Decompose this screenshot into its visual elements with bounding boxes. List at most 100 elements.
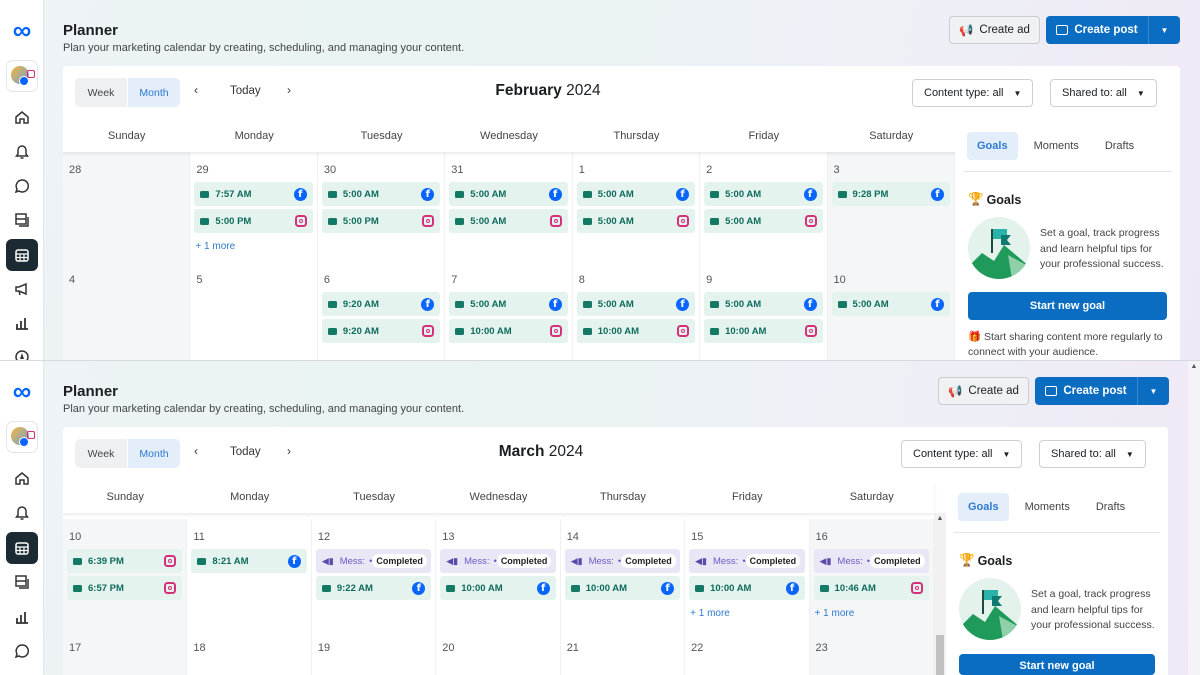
calendar-day-cell[interactable]: 30 5:00 AM f 5:00 PM	[318, 152, 446, 262]
calendar-day-cell[interactable]: 11 8:21 AM f	[187, 519, 312, 630]
calendar-day-cell[interactable]: 14 ◀▮ Mess: • Completed 10:00 AM f	[561, 519, 686, 630]
scheduled-post-event[interactable]: 10:00 AM f	[564, 576, 681, 600]
scheduled-post-event[interactable]: 10:00 AM	[576, 319, 696, 343]
content-type-filter[interactable]: Content type: all ▼	[912, 79, 1034, 107]
account-avatar[interactable]	[7, 61, 37, 91]
today-button[interactable]: Today	[230, 446, 261, 458]
scheduled-post-event[interactable]: 5:00 AM f	[576, 292, 696, 316]
message-campaign-event[interactable]: ◀▮ Mess: • Completed	[440, 549, 556, 573]
scheduled-post-event[interactable]: 5:00 AM f	[576, 182, 696, 206]
scheduled-post-event[interactable]: 7:57 AM f	[194, 182, 313, 206]
sidebar-home-button[interactable]	[6, 101, 38, 133]
scheduled-post-event[interactable]: 5:00 PM	[194, 209, 313, 233]
calendar-day-cell[interactable]: 18	[187, 630, 312, 675]
meta-logo[interactable]: ∞	[8, 17, 36, 43]
scheduled-post-event[interactable]: 5:00 AM f	[449, 182, 568, 206]
scheduled-post-event[interactable]: 5:00 PM	[321, 209, 441, 233]
calendar-day-cell[interactable]: 9 5:00 AM f 10:00 AM	[700, 262, 828, 360]
calendar-day-cell[interactable]: 2 5:00 AM f 5:00 AM	[700, 152, 828, 262]
week-view-button[interactable]: Week	[75, 439, 127, 468]
message-campaign-event[interactable]: ◀▮ Mess: • Completed	[315, 549, 432, 573]
sidebar-chart-button[interactable]	[6, 307, 38, 339]
create-ad-button[interactable]: 📢 Create ad	[938, 377, 1029, 405]
tab-drafts[interactable]: Drafts	[1086, 493, 1135, 521]
tab-goals[interactable]: Goals	[967, 132, 1018, 160]
sidebar-pages-button[interactable]	[6, 566, 38, 598]
tab-goals[interactable]: Goals	[958, 493, 1009, 521]
calendar-day-cell[interactable]: 3 9:28 PM f	[827, 152, 955, 262]
tab-drafts[interactable]: Drafts	[1095, 132, 1144, 160]
previous-month-button[interactable]: ‹	[194, 83, 198, 97]
calendar-day-cell[interactable]: 23	[809, 630, 934, 675]
shared-to-filter[interactable]: Shared to: all ▼	[1050, 79, 1157, 107]
next-month-button[interactable]: ›	[287, 83, 291, 97]
scheduled-post-event[interactable]: 10:00 AM	[704, 319, 823, 343]
calendar-day-cell[interactable]: 12 ◀▮ Mess: • Completed 9:22 AM f	[312, 519, 437, 630]
scheduled-post-event[interactable]: 10:00 AM f	[440, 576, 556, 600]
scheduled-post-event[interactable]: 5:00 AM	[704, 209, 823, 233]
sidebar-calendar-button[interactable]	[6, 532, 38, 564]
scroll-thumb[interactable]	[936, 635, 944, 675]
calendar-day-cell[interactable]: 22	[685, 630, 810, 675]
show-more-link[interactable]: + 1 more	[690, 608, 730, 619]
account-avatar[interactable]	[7, 422, 37, 452]
scheduled-post-event[interactable]: 8:21 AM f	[191, 549, 307, 573]
create-post-dropdown[interactable]: ▼	[1137, 377, 1169, 405]
scheduled-post-event[interactable]: 5:00 AM f	[321, 182, 441, 206]
next-month-button[interactable]: ›	[287, 444, 291, 458]
scheduled-post-event[interactable]: 9:20 AM	[321, 319, 441, 343]
calendar-day-cell[interactable]: 1 5:00 AM f 5:00 AM	[573, 152, 701, 262]
sidebar-chat-button[interactable]	[6, 170, 38, 202]
calendar-day-cell[interactable]: 10 5:00 AM f	[827, 262, 955, 360]
show-more-link[interactable]: + 1 more	[815, 608, 855, 619]
scheduled-post-event[interactable]: 10:00 AM	[449, 319, 568, 343]
calendar-day-cell[interactable]: 6 9:20 AM f 9:20 AM	[318, 262, 446, 360]
scroll-up-arrow[interactable]: ▲	[1188, 363, 1200, 370]
calendar-day-cell[interactable]: 10 6:39 PM 6:57 PM	[63, 519, 188, 630]
shared-to-filter[interactable]: Shared to: all ▼	[1039, 440, 1146, 468]
calendar-day-cell[interactable]: 21	[561, 630, 686, 675]
create-post-button[interactable]: Create post	[1046, 16, 1148, 44]
calendar-scrollbar[interactable]: ▲	[934, 513, 946, 675]
calendar-day-cell[interactable]: 5	[190, 262, 318, 360]
create-post-dropdown[interactable]: ▼	[1148, 16, 1180, 44]
tab-moments[interactable]: Moments	[1015, 493, 1080, 521]
scheduled-post-event[interactable]: 9:22 AM f	[315, 576, 432, 600]
scheduled-post-event[interactable]: 9:20 AM f	[321, 292, 441, 316]
sidebar-pages-button[interactable]	[6, 204, 38, 236]
scheduled-post-event[interactable]: 6:39 PM	[67, 549, 183, 573]
scheduled-post-event[interactable]: 5:00 AM f	[831, 292, 950, 316]
sidebar-chart-button[interactable]	[6, 601, 38, 633]
message-campaign-event[interactable]: ◀▮ Mess: • Completed	[689, 549, 805, 573]
page-scrollbar[interactable]: ▲	[1188, 361, 1200, 675]
create-post-button[interactable]: Create post	[1035, 377, 1137, 405]
scheduled-post-event[interactable]: 6:57 PM	[67, 576, 183, 600]
calendar-day-cell[interactable]: 31 5:00 AM f 5:00 AM	[445, 152, 573, 262]
start-new-goal-button[interactable]: Start new goal	[959, 654, 1155, 675]
message-campaign-event[interactable]: ◀▮ Mess: • Completed	[813, 549, 929, 573]
start-new-goal-button[interactable]: Start new goal	[968, 292, 1167, 320]
meta-logo[interactable]: ∞	[8, 378, 36, 404]
message-campaign-event[interactable]: ◀▮ Mess: • Completed	[564, 549, 681, 573]
calendar-day-cell[interactable]: 15 ◀▮ Mess: • Completed 10:00 AM f + 1 more	[685, 519, 810, 630]
calendar-day-cell[interactable]: 13 ◀▮ Mess: • Completed 10:00 AM f	[436, 519, 561, 630]
tab-moments[interactable]: Moments	[1024, 132, 1089, 160]
scheduled-post-event[interactable]: 5:00 AM f	[704, 182, 823, 206]
calendar-day-cell[interactable]: 28	[63, 152, 191, 262]
content-type-filter[interactable]: Content type: all ▼	[901, 440, 1023, 468]
scheduled-post-event[interactable]: 5:00 AM	[449, 209, 568, 233]
scheduled-post-event[interactable]: 5:00 AM f	[449, 292, 568, 316]
scheduled-post-event[interactable]: 9:28 PM f	[831, 182, 950, 206]
create-ad-button[interactable]: 📢 Create ad	[949, 16, 1040, 44]
sidebar-bell-button[interactable]	[6, 497, 38, 529]
calendar-day-cell[interactable]: 29 7:57 AM f 5:00 PM + 1 more	[190, 152, 318, 262]
month-view-button[interactable]: Month	[128, 439, 180, 468]
calendar-day-cell[interactable]: 8 5:00 AM f 10:00 AM	[573, 262, 701, 360]
month-view-button[interactable]: Month	[128, 78, 180, 107]
calendar-day-cell[interactable]: 16 ◀▮ Mess: • Completed 10:46 AM + 1 more	[809, 519, 934, 630]
show-more-link[interactable]: + 1 more	[195, 241, 235, 252]
sidebar-calendar-button[interactable]	[6, 239, 38, 271]
today-button[interactable]: Today	[230, 85, 261, 97]
sidebar-home-button[interactable]	[6, 462, 38, 494]
calendar-day-cell[interactable]: 17	[63, 630, 188, 675]
